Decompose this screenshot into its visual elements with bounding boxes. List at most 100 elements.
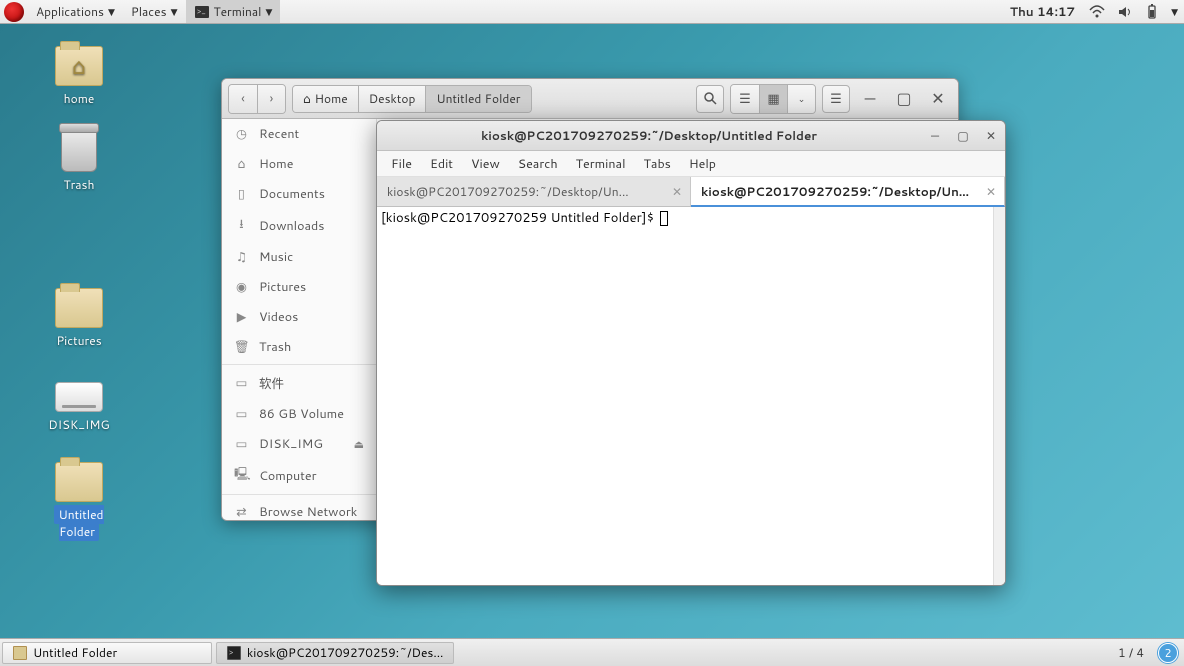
desktop-icon-pictures[interactable]: Pictures <box>34 288 124 349</box>
eject-icon[interactable]: ⏏ <box>354 436 364 452</box>
path-bar: ⌂Home Desktop Untitled Folder <box>292 85 532 113</box>
sidebar-item-documents[interactable]: ▯Documents <box>222 179 376 209</box>
menu-button[interactable]: ☰ <box>822 85 850 113</box>
sidebar-item-software[interactable]: ▭软件 <box>222 367 376 399</box>
taskbar-item-filemanager[interactable]: Untitled Folder <box>2 642 212 664</box>
home-icon: ⌂ <box>234 155 249 173</box>
terminal-titlebar[interactable]: kiosk@PC201709270259:~/Desktop/Untitled … <box>377 121 1005 151</box>
search-icon <box>704 92 717 105</box>
view-options-button[interactable]: ⌄ <box>787 85 815 113</box>
computer-icon: 🖳 <box>234 465 249 486</box>
path-segment-desktop[interactable]: Desktop <box>359 86 427 112</box>
terminal-prompt: [kiosk@PC201709270259 Untitled Folder]$ <box>381 209 658 227</box>
desktop-icon-disk[interactable]: DISK_IMG <box>34 376 124 433</box>
minimize-button[interactable]: — <box>921 127 949 144</box>
desktop-icon-untitled-folder[interactable]: Untitled Folder <box>34 462 124 540</box>
sidebar-item-videos[interactable]: ▶Videos <box>222 302 376 332</box>
desktop-label: Pictures <box>56 332 101 349</box>
disk-icon <box>55 382 103 412</box>
notification-badge[interactable]: 2 <box>1158 643 1178 663</box>
maximize-button[interactable]: ▢ <box>949 127 977 144</box>
clock-icon: ◷ <box>234 125 249 143</box>
desktop-icon-trash[interactable]: Trash <box>34 128 124 193</box>
wifi-icon[interactable] <box>1083 5 1111 19</box>
applications-menu[interactable]: Applications ▼ <box>28 0 123 23</box>
terminal-app-menu[interactable]: >_ Terminal ▼ <box>186 0 281 23</box>
desktop-label: Untitled Folder <box>54 505 103 541</box>
sidebar-item-downloads[interactable]: ⭳Downloads <box>222 209 376 242</box>
path-segment-current[interactable]: Untitled Folder <box>426 86 530 112</box>
view-switcher: ☰ ▦ ⌄ <box>730 84 816 114</box>
list-view-button[interactable]: ☰ <box>731 85 759 113</box>
menu-terminal[interactable]: Terminal <box>568 152 634 176</box>
svg-text:>_: >_ <box>197 5 206 17</box>
minimize-button[interactable]: — <box>856 85 884 113</box>
scrollbar[interactable] <box>993 207 1005 585</box>
sidebar-item-recent[interactable]: ◷Recent <box>222 119 376 149</box>
desktop-label: Trash <box>64 176 95 193</box>
terminal-menubar: File Edit View Search Terminal Tabs Help <box>377 151 1005 177</box>
sidebar-item-trash[interactable]: 🗑Trash <box>222 332 376 362</box>
maximize-button[interactable]: ▢ <box>890 85 918 113</box>
trash-icon: 🗑 <box>234 338 249 356</box>
terminal-output[interactable]: [kiosk@PC201709270259 Untitled Folder]$ <box>377 207 1005 585</box>
sidebar-item-music[interactable]: ♫Music <box>222 242 376 272</box>
close-tab-icon[interactable]: ✕ <box>672 183 680 200</box>
taskbar-item-terminal[interactable]: kiosk@PC201709270259:~/Des... <box>216 642 454 664</box>
distro-logo-icon[interactable] <box>4 2 24 22</box>
pictures-folder-icon <box>55 288 103 328</box>
home-folder-icon <box>55 46 103 86</box>
close-button[interactable]: ✕ <box>977 127 1005 144</box>
sidebar-item-computer[interactable]: 🖳Computer <box>222 459 376 492</box>
cursor-icon <box>660 211 668 226</box>
download-icon: ⭳ <box>234 215 249 236</box>
back-button[interactable]: ‹ <box>229 85 257 113</box>
clock[interactable]: Thu 14:17 <box>1002 3 1083 20</box>
terminal-tabs: kiosk@PC201709270259:~/Desktop/Un...✕ ki… <box>377 177 1005 207</box>
menu-edit[interactable]: Edit <box>422 152 461 176</box>
video-icon: ▶ <box>234 308 249 326</box>
home-icon: ⌂ <box>303 90 311 107</box>
icon-view-button[interactable]: ▦ <box>759 85 787 113</box>
menu-help[interactable]: Help <box>681 152 724 176</box>
search-button[interactable] <box>696 85 724 113</box>
close-button[interactable]: ✕ <box>924 85 952 113</box>
sidebar-item-home[interactable]: ⌂Home <box>222 149 376 179</box>
user-menu-icon[interactable]: ▼ <box>1165 5 1184 18</box>
menu-file[interactable]: File <box>383 152 420 176</box>
nav-buttons: ‹ › <box>228 84 286 114</box>
sidebar-item-diskimg[interactable]: ▭DISK_IMG⏏ <box>222 429 376 459</box>
forward-button[interactable]: › <box>257 85 285 113</box>
file-manager-toolbar: ‹ › ⌂Home Desktop Untitled Folder ☰ ▦ ⌄ … <box>222 79 958 119</box>
bottom-panel: Untitled Folder kiosk@PC201709270259:~/D… <box>0 638 1184 666</box>
terminal-icon: >_ <box>194 4 210 20</box>
sidebar-item-86gb[interactable]: ▭86 GB Volume <box>222 399 376 429</box>
menu-search[interactable]: Search <box>510 152 566 176</box>
drive-icon: ▭ <box>234 405 249 423</box>
sidebar-item-browse-network[interactable]: ⇄Browse Network <box>222 497 376 520</box>
terminal-title: kiosk@PC201709270259:~/Desktop/Untitled … <box>377 127 921 144</box>
volume-icon[interactable] <box>1111 5 1139 19</box>
desktop-icon-home[interactable]: home <box>34 46 124 107</box>
places-menu[interactable]: Places ▼ <box>123 0 186 23</box>
desktop-label: DISK_IMG <box>48 416 109 433</box>
terminal-window: kiosk@PC201709270259:~/Desktop/Untitled … <box>376 120 1006 586</box>
drive-icon: ▭ <box>234 435 249 453</box>
terminal-tab-2[interactable]: kiosk@PC201709270259:~/Desktop/Un...✕ <box>691 177 1005 207</box>
path-segment-home[interactable]: ⌂Home <box>293 86 359 112</box>
battery-icon[interactable] <box>1139 4 1165 20</box>
terminal-tab-1[interactable]: kiosk@PC201709270259:~/Desktop/Un...✕ <box>377 177 691 206</box>
drive-icon: ▭ <box>234 374 249 392</box>
terminal-icon <box>227 646 241 660</box>
menu-tabs[interactable]: Tabs <box>636 152 679 176</box>
top-panel: Applications ▼ Places ▼ >_ Terminal ▼ Th… <box>0 0 1184 24</box>
sidebar-item-pictures[interactable]: ◉Pictures <box>222 272 376 302</box>
music-icon: ♫ <box>234 248 249 266</box>
close-tab-icon[interactable]: ✕ <box>986 183 994 200</box>
camera-icon: ◉ <box>234 278 249 296</box>
menu-view[interactable]: View <box>463 152 508 176</box>
network-icon: ⇄ <box>234 503 249 520</box>
workspace-indicator[interactable]: 1 / 4 <box>1110 644 1152 661</box>
folder-icon <box>13 646 27 660</box>
file-manager-sidebar: ◷Recent ⌂Home ▯Documents ⭳Downloads ♫Mus… <box>222 119 377 520</box>
